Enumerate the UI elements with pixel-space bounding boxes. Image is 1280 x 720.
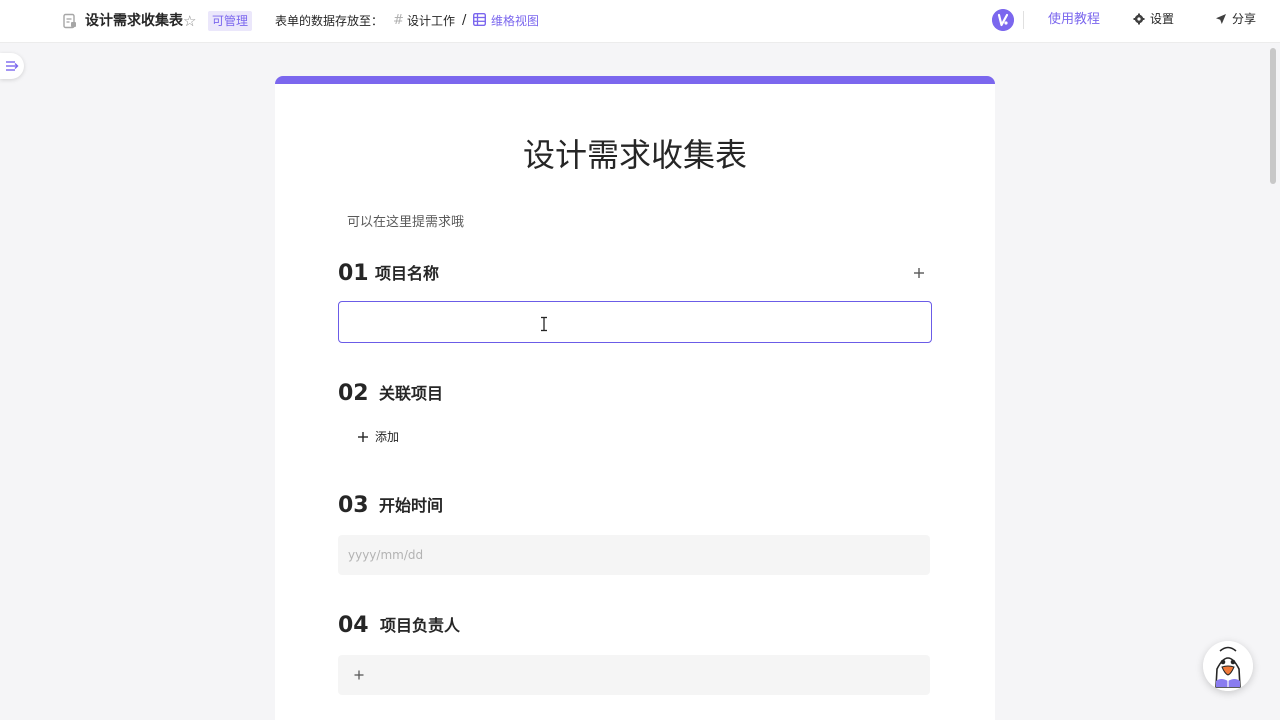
question-title: 项目名称	[375, 264, 440, 283]
top-bar: 设计需求收集表 ☆ 可管理 表单的数据存放至： # 设计工作 / 维格视图 使用…	[0, 0, 1280, 43]
plus-icon	[354, 670, 364, 680]
share-icon[interactable]	[1215, 13, 1227, 25]
question-number: 04	[338, 613, 369, 638]
question-title: 项目负责人	[380, 616, 461, 635]
storage-label: 表单的数据存放至：	[275, 14, 384, 28]
date-placeholder: yyyy/mm/dd	[348, 548, 424, 562]
form-accent-bar	[275, 76, 995, 84]
member-select-field[interactable]	[338, 655, 930, 695]
table-view-icon	[473, 13, 486, 26]
page-scrollbar[interactable]	[1270, 48, 1276, 184]
document-title[interactable]: 设计需求收集表	[85, 11, 183, 31]
add-label: 添加	[375, 430, 400, 444]
form-card: 设计需求收集表 可以在这里提需求哦 01 项目名称 02 关联项目 添加 03 …	[275, 76, 995, 720]
plus-icon	[358, 432, 368, 442]
plus-icon[interactable]	[913, 267, 925, 279]
app-logo-icon[interactable]	[992, 9, 1014, 31]
permission-badge: 可管理	[208, 11, 253, 31]
form-description: 可以在这里提需求哦	[347, 215, 465, 230]
question-number: 02	[338, 381, 369, 406]
assistant-avatar-icon[interactable]	[1203, 641, 1253, 691]
question-number: 03	[338, 493, 369, 518]
sidebar-toggle-button[interactable]	[0, 53, 24, 79]
text-cursor-icon	[541, 316, 547, 332]
form-title: 设计需求收集表	[522, 136, 747, 174]
project-name-input[interactable]	[338, 301, 932, 343]
expand-sidebar-icon	[6, 61, 19, 71]
question-number: 01	[338, 261, 369, 286]
gear-icon[interactable]	[1133, 13, 1145, 25]
date-input[interactable]: yyyy/mm/dd	[338, 535, 930, 575]
hash-icon: #	[393, 13, 404, 28]
form-doc-icon	[63, 13, 76, 29]
toolbar-divider	[1023, 11, 1024, 29]
question-title: 关联项目	[379, 384, 444, 403]
space-link[interactable]: 设计工作	[407, 12, 455, 30]
view-link[interactable]: 维格视图	[491, 12, 539, 30]
settings-button[interactable]: 设置	[1150, 11, 1174, 27]
question-title: 开始时间	[379, 496, 444, 515]
share-button[interactable]: 分享	[1232, 11, 1256, 27]
bird-mascot-icon	[1203, 641, 1253, 691]
breadcrumb-separator: /	[462, 13, 467, 28]
star-icon[interactable]: ☆	[183, 12, 196, 30]
tutorial-link[interactable]: 使用教程	[1048, 11, 1100, 29]
